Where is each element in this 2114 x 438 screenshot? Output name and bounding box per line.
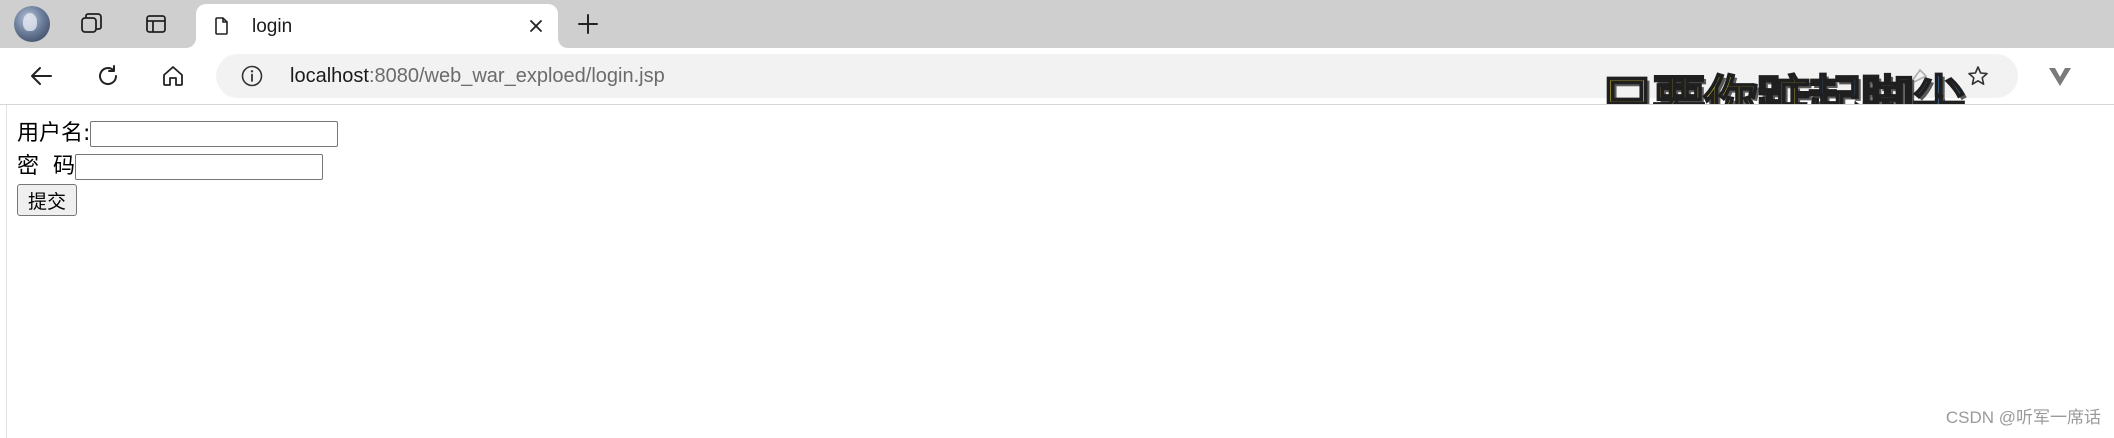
submit-button[interactable]: 提交 (17, 184, 78, 216)
refresh-button[interactable] (88, 56, 128, 96)
submit-row: 提交 (17, 183, 338, 216)
password-row: 密 码 (17, 150, 338, 183)
tab-close-button[interactable] (524, 14, 548, 38)
url-host: localhost (290, 65, 369, 87)
new-tab-button[interactable] (568, 4, 608, 44)
vertical-tabs-button[interactable] (136, 4, 176, 44)
login-form: 用户名: 密 码 提交 (17, 117, 339, 216)
tab-login[interactable]: login (196, 4, 558, 48)
tab-strip: login (0, 0, 2114, 48)
back-button[interactable] (22, 56, 62, 96)
page-content: 用户名: 密 码 提交 CSDN @听军一席话 (6, 105, 2114, 438)
url-path: :8080/web_war_exploed/login.jsp (368, 65, 665, 87)
plus-icon (578, 14, 598, 34)
username-row: 用户名: (17, 117, 339, 150)
back-arrow-icon (31, 67, 52, 85)
username-label: 用户名: (17, 120, 91, 146)
close-icon (530, 20, 542, 32)
navigation-toolbar: localhost:8080/web_war_exploed/login.jsp… (0, 48, 2114, 133)
browser-window: login localhost:8080/web_war_exploed/log… (0, 0, 2114, 438)
password-input[interactable] (75, 153, 323, 180)
password-label: 密 码 (17, 153, 75, 179)
profile-avatar[interactable] (14, 6, 50, 42)
info-icon[interactable] (240, 64, 264, 88)
workspaces-icon (81, 13, 102, 33)
extension-v-icon[interactable] (2044, 60, 2076, 92)
workspaces-button[interactable] (72, 4, 112, 44)
username-input[interactable] (90, 120, 339, 147)
refresh-icon (99, 65, 118, 85)
tab-title: login (252, 16, 293, 37)
document-icon (215, 17, 228, 35)
star-icon[interactable] (1966, 64, 1990, 88)
url-text[interactable]: localhost:8080/web_war_exploed/login.jsp (290, 65, 665, 87)
home-icon (163, 66, 183, 86)
vertical-tabs-icon (146, 15, 166, 33)
watermark: CSDN @听军一席话 (1945, 408, 2101, 427)
home-button[interactable] (153, 56, 193, 96)
